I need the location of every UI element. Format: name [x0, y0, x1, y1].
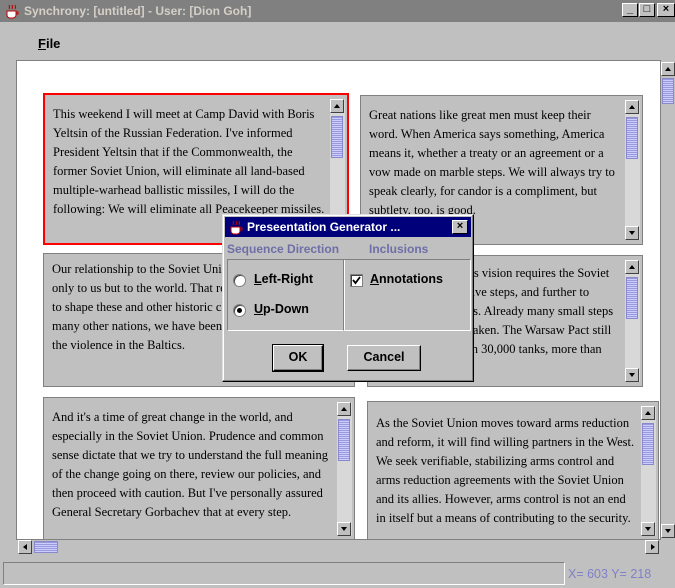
panel-scrollbar[interactable] [625, 260, 640, 382]
left-arrow-icon [23, 544, 27, 550]
menu-bar: File [0, 22, 675, 60]
panel-scrollbar[interactable] [641, 406, 656, 536]
up-down-option[interactable]: Up-Down [254, 302, 309, 316]
scroll-up-button[interactable] [625, 100, 639, 114]
scroll-left-button[interactable] [18, 540, 32, 554]
main-horizontal-scrollbar[interactable] [16, 540, 661, 555]
right-arrow-icon [651, 544, 655, 550]
minimize-button[interactable]: _ [622, 3, 638, 17]
sequence-direction-group: Left-Right Up-Down [227, 259, 345, 331]
scroll-up-button[interactable] [337, 402, 351, 416]
up-arrow-icon [341, 407, 347, 411]
checkmark-icon [352, 276, 361, 285]
cancel-button[interactable]: Cancel [347, 345, 421, 371]
scroll-up-button[interactable] [625, 260, 639, 274]
left-right-hotkey: L [254, 272, 262, 286]
main-vertical-scrollbar[interactable] [661, 60, 675, 540]
panel-scrollbar[interactable] [337, 402, 352, 536]
cursor-coordinates: X= 603 Y= 218 [568, 567, 652, 581]
menu-file[interactable]: File [38, 36, 60, 51]
annotations-label: nnotations [379, 272, 443, 286]
status-bar: X= 603 Y= 218 [0, 558, 675, 588]
scroll-down-button[interactable] [661, 524, 675, 538]
presentation-generator-dialog[interactable]: Preseentation Generator ... × Sequence D… [222, 214, 474, 382]
scroll-thumb[interactable] [626, 117, 638, 159]
java-cup-icon [230, 220, 243, 235]
up-arrow-icon [334, 104, 340, 108]
scroll-up-button[interactable] [641, 406, 655, 420]
inclusions-label: Inclusions [369, 242, 429, 256]
left-right-option[interactable]: Left-Right [254, 272, 313, 286]
annotations-hotkey: A [370, 272, 380, 286]
sequence-direction-label: Sequence Direction [227, 242, 340, 256]
scroll-thumb[interactable] [338, 419, 350, 461]
left-right-radio[interactable] [233, 274, 246, 287]
up-arrow-icon [665, 67, 671, 71]
up-down-label: p-Down [263, 302, 309, 316]
down-arrow-icon [341, 527, 347, 531]
down-arrow-icon [645, 527, 651, 531]
down-arrow-icon [665, 529, 671, 533]
menu-file-label: ile [45, 36, 61, 51]
radio-selected-dot [237, 308, 242, 313]
down-arrow-icon [629, 373, 635, 377]
text-panel-content[interactable]: As the Soviet Union moves toward arms re… [376, 414, 636, 538]
annotations-option[interactable]: Annotations [370, 272, 443, 286]
window-titlebar[interactable]: Synchrony: [untitled] - User: [Dion Goh]… [0, 0, 675, 22]
scroll-down-button[interactable] [337, 522, 351, 536]
up-down-radio[interactable] [233, 304, 246, 317]
scroll-thumb[interactable] [331, 116, 343, 158]
menu-file-hotkey: F [38, 36, 46, 51]
close-button[interactable]: × [657, 3, 675, 17]
scroll-thumb[interactable] [662, 78, 674, 104]
text-panel-5[interactable]: And it's a time of great change in the w… [43, 397, 355, 539]
status-message-field [3, 562, 565, 585]
scroll-right-button[interactable] [645, 540, 659, 554]
window-title: Synchrony: [untitled] - User: [Dion Goh] [24, 4, 252, 18]
maximize-button[interactable]: □ [639, 3, 655, 17]
ok-button[interactable]: OK [272, 344, 324, 372]
down-arrow-icon [629, 231, 635, 235]
dialog-titlebar[interactable]: Preseentation Generator ... × [225, 217, 471, 237]
dialog-close-button[interactable]: × [452, 220, 468, 234]
scroll-down-button[interactable] [625, 226, 639, 240]
inclusions-group: Annotations [343, 259, 471, 331]
scroll-up-button[interactable] [661, 62, 675, 76]
up-arrow-icon [645, 411, 651, 415]
scroll-down-button[interactable] [625, 368, 639, 382]
text-panel-content[interactable]: And it's a time of great change in the w… [52, 408, 332, 538]
text-panel-6[interactable]: As the Soviet Union moves toward arms re… [367, 401, 659, 539]
dialog-title: Preseentation Generator ... [247, 220, 401, 234]
left-right-label: eft-Right [261, 272, 314, 286]
scroll-thumb[interactable] [642, 423, 654, 465]
up-down-hotkey: U [254, 302, 264, 316]
up-arrow-icon [629, 105, 635, 109]
scroll-thumb[interactable] [626, 277, 638, 319]
annotations-checkbox[interactable] [350, 274, 363, 287]
scroll-thumb[interactable] [34, 541, 58, 553]
panel-scrollbar[interactable] [625, 100, 640, 240]
up-arrow-icon [629, 265, 635, 269]
scroll-down-button[interactable] [641, 522, 655, 536]
scroll-up-button[interactable] [330, 99, 344, 113]
java-cup-icon [6, 4, 19, 19]
